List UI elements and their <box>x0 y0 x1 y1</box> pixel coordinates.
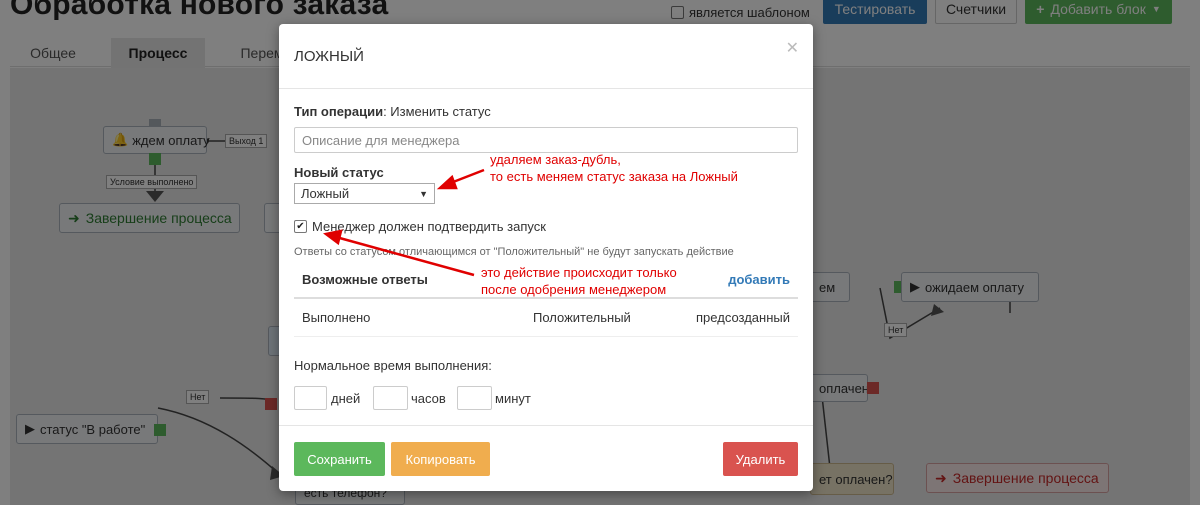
answer-name: Выполнено <box>302 310 371 325</box>
manager-confirm-checkbox[interactable]: ✔ Менеджер должен подтвердить запуск <box>294 219 546 234</box>
save-button[interactable]: Сохранить <box>294 442 385 476</box>
modal-title: ЛОЖНЫЙ <box>294 48 364 65</box>
new-status-label: Новый статус <box>294 165 384 180</box>
answer-origin: предсозданный <box>696 310 790 325</box>
annotation-line: это действие происходит только <box>481 265 677 280</box>
table-row[interactable]: Выполнено Положительный предсозданный <box>294 298 798 337</box>
close-icon[interactable]: ✕ <box>786 38 799 58</box>
answers-hint: Ответы со статусом отличающимся от "Поло… <box>294 246 734 258</box>
checkbox-checked-icon[interactable]: ✔ <box>294 220 307 233</box>
operation-type-value: : Изменить статус <box>383 104 491 119</box>
minutes-input[interactable] <box>457 386 492 410</box>
operation-modal: ЛОЖНЫЙ ✕ Тип операции: Изменить статус Н… <box>279 24 813 491</box>
minutes-unit: минут <box>495 391 531 406</box>
delete-button[interactable]: Удалить <box>723 442 798 476</box>
manager-confirm-label: Менеджер должен подтвердить запуск <box>312 219 546 234</box>
annotation-line: после одобрения менеджером <box>481 282 667 297</box>
hours-unit: часов <box>411 391 446 406</box>
annotation-delete-duplicate: удаляем заказ-дубль, то есть меняем стат… <box>490 151 738 185</box>
operation-type: Тип операции: Изменить статус <box>294 104 491 119</box>
annotation-manager-approval: это действие происходит только после одо… <box>481 264 677 298</box>
days-input[interactable] <box>294 386 327 410</box>
hours-input[interactable] <box>373 386 408 410</box>
copy-button[interactable]: Копировать <box>391 442 490 476</box>
manager-description-input[interactable] <box>294 127 798 153</box>
caret-down-icon: ▼ <box>419 188 428 199</box>
modal-footer-divider <box>279 425 813 426</box>
days-unit: дней <box>331 391 361 406</box>
modal-header: ЛОЖНЫЙ ✕ <box>279 24 813 89</box>
answer-type: Положительный <box>533 310 631 325</box>
new-status-value: Ложный <box>301 186 350 201</box>
add-answer-link[interactable]: добавить <box>728 272 790 287</box>
answers-header-label: Возможные ответы <box>302 272 428 287</box>
operation-type-label: Тип операции <box>294 104 384 119</box>
exec-time-label: Нормальное время выполнения: <box>294 358 492 373</box>
annotation-line: удаляем заказ-дубль, <box>490 152 621 167</box>
new-status-select[interactable]: Ложный ▼ <box>294 183 435 204</box>
annotation-line: то есть меняем статус заказа на Ложный <box>490 169 738 184</box>
